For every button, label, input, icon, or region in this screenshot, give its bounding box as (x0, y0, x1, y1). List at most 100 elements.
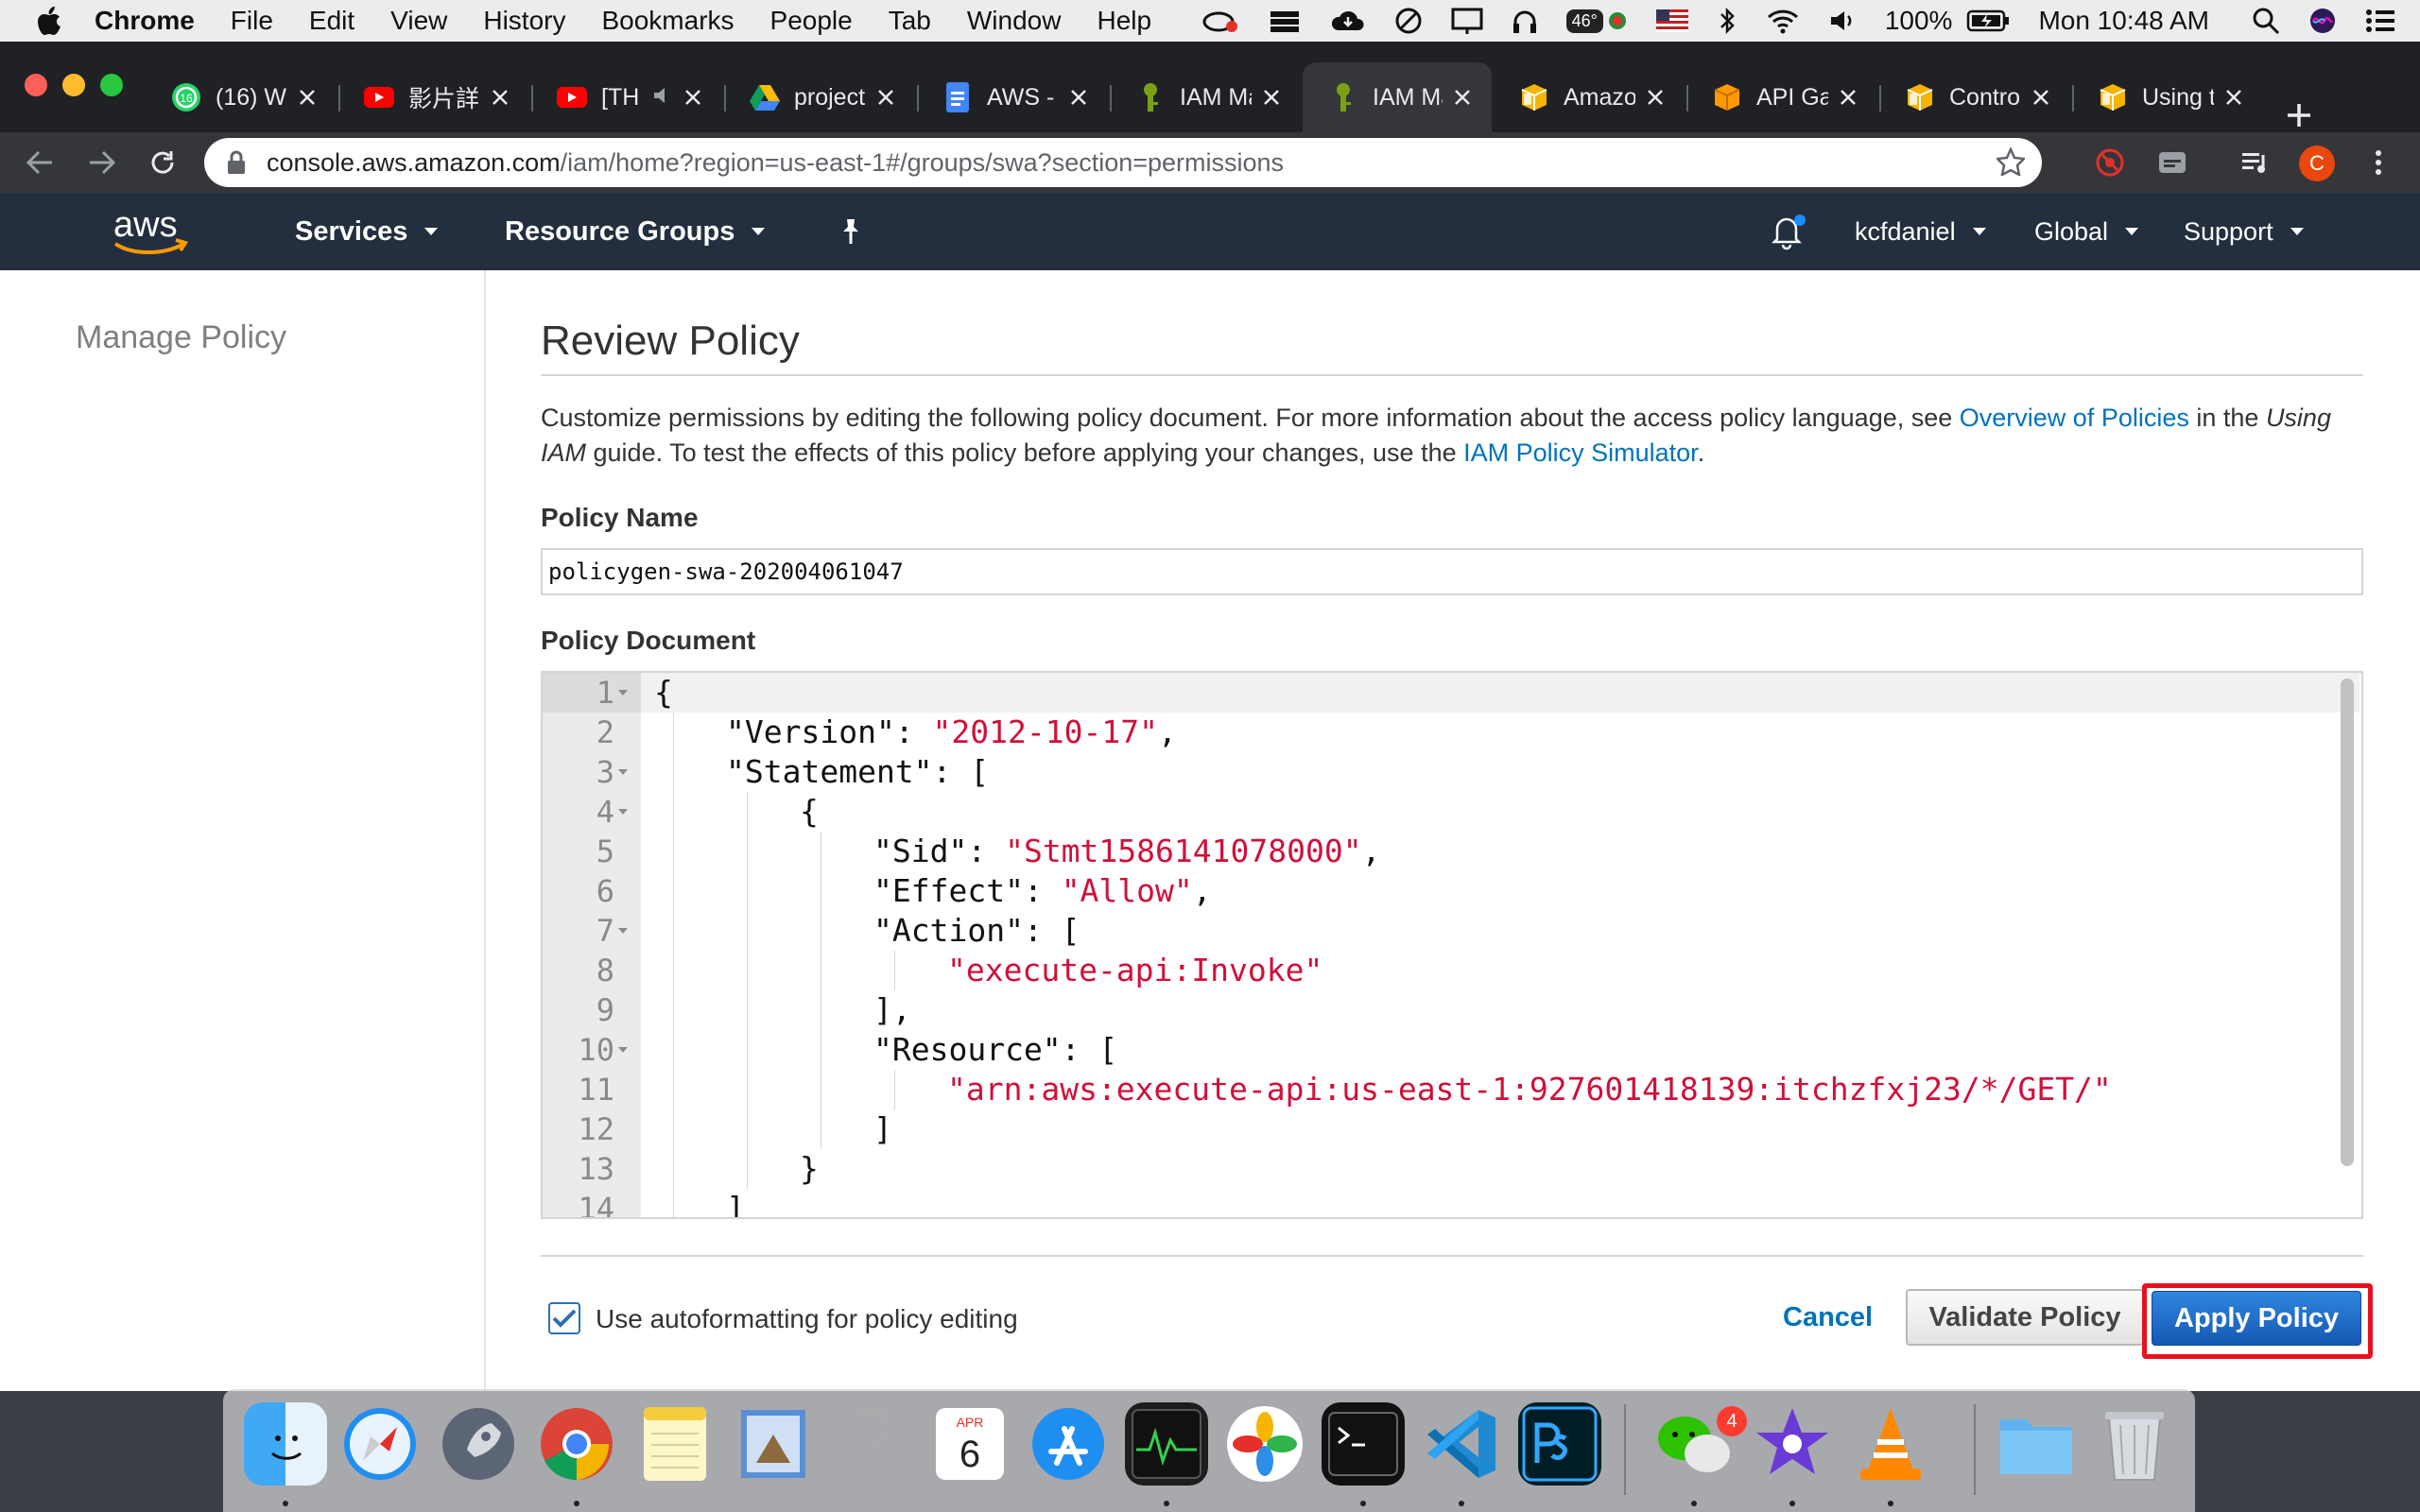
profile-avatar[interactable]: C (2299, 146, 2335, 181)
tab-using-iam[interactable]: Using t (2072, 62, 2263, 132)
applications-folder-icon[interactable] (1995, 1402, 2078, 1486)
weather-widget[interactable]: 46° (1565, 9, 1628, 33)
bookmark-star-icon[interactable] (1995, 146, 2027, 182)
notes-icon[interactable] (633, 1402, 717, 1486)
tab-amazon-docs[interactable]: Amazo (1494, 62, 1685, 132)
finder-icon[interactable] (244, 1402, 327, 1486)
calendar-icon[interactable]: APR 6 (928, 1402, 1011, 1486)
support-menu[interactable]: Support (2184, 193, 2304, 270)
notifications-bell-icon[interactable] (1770, 193, 1807, 270)
menu-edit[interactable]: Edit (309, 6, 354, 36)
speaker-icon[interactable] (652, 84, 673, 112)
creative-cloud-icon[interactable] (1201, 8, 1239, 34)
close-tab-icon[interactable] (1259, 85, 1284, 110)
apple-menu-icon[interactable] (38, 5, 66, 37)
app-store-icon[interactable] (1027, 1402, 1110, 1486)
new-tab-button[interactable] (2276, 93, 2322, 138)
menu-bookmarks[interactable]: Bookmarks (601, 6, 734, 36)
overview-of-policies-link[interactable]: Overview of Policies (1960, 404, 2189, 432)
photos-icon[interactable] (1223, 1402, 1306, 1486)
account-menu[interactable]: kcfdaniel (1855, 193, 1986, 270)
us-flag-icon[interactable] (1655, 9, 1688, 32)
zoom-window-button[interactable] (100, 74, 123, 96)
activity-monitor-icon[interactable] (1125, 1402, 1208, 1486)
extension-caption-icon[interactable] (2152, 142, 2193, 183)
policy-document-editor[interactable]: 1 2 3 4 5 6 7 8 9 10 11 12 13 14 {"Vers… (541, 671, 2363, 1219)
aws-logo[interactable]: aws (110, 204, 195, 268)
close-tab-icon[interactable] (681, 85, 705, 110)
do-not-disturb-icon[interactable] (1394, 7, 1423, 35)
vlc-icon[interactable] (1849, 1402, 1932, 1486)
chrome-icon[interactable] (535, 1402, 618, 1486)
tab-api-gateway[interactable]: API Ga (1686, 62, 1877, 132)
imovie-icon[interactable] (1751, 1402, 1834, 1486)
services-menu[interactable]: Services (295, 193, 439, 270)
close-tab-icon[interactable] (295, 85, 320, 110)
back-button[interactable] (19, 142, 60, 183)
autoformat-checkbox[interactable] (548, 1302, 580, 1334)
menu-people[interactable]: People (770, 6, 853, 36)
iam-policy-simulator-link[interactable]: IAM Policy Simulator (1463, 438, 1698, 467)
region-menu[interactable]: Global (2034, 193, 2139, 270)
menu-history[interactable]: History (483, 6, 565, 36)
photoshop-icon[interactable] (1518, 1402, 1601, 1486)
lock-icon[interactable] (227, 148, 250, 177)
menu-help[interactable]: Help (1097, 6, 1151, 36)
close-tab-icon[interactable] (488, 85, 512, 110)
tab-youtube-studio[interactable]: 影片詳 (338, 62, 529, 132)
safari-icon[interactable] (338, 1402, 422, 1486)
close-tab-icon[interactable] (2029, 85, 2053, 110)
terminal-icon[interactable] (1322, 1402, 1405, 1486)
tab-iam-management-active[interactable]: IAM Ma (1303, 62, 1492, 132)
cloud-download-icon[interactable] (1330, 8, 1366, 34)
close-tab-icon[interactable] (2221, 85, 2246, 110)
menu-window[interactable]: Window (967, 6, 1062, 36)
launchpad-icon[interactable] (437, 1402, 520, 1486)
close-tab-icon[interactable] (1836, 85, 1860, 110)
siri-icon[interactable] (2308, 7, 2337, 35)
close-tab-icon[interactable] (1450, 85, 1475, 110)
headphones-icon[interactable] (1512, 7, 1538, 35)
mail-icon[interactable] (732, 1402, 815, 1486)
media-controls-icon[interactable] (2235, 142, 2276, 183)
screen-share-icon[interactable] (1451, 7, 1483, 35)
battery-icon[interactable] (1966, 9, 2010, 33)
trash-icon[interactable] (2093, 1402, 2176, 1486)
menu-tab[interactable]: Tab (889, 6, 931, 36)
volume-icon[interactable] (1828, 8, 1857, 34)
tab-google-drive[interactable]: project (724, 62, 915, 132)
wifi-icon[interactable] (1766, 8, 1800, 34)
pin-shortcuts-icon[interactable] (838, 193, 864, 270)
forward-button[interactable] (81, 142, 123, 183)
tab-controlling-access[interactable]: Contro (1879, 62, 2070, 132)
policy-name-input[interactable]: policygen-swa-202004061047 (541, 548, 2363, 595)
cancel-button[interactable]: Cancel (1783, 1302, 1873, 1333)
stack-icon[interactable] (1268, 8, 1302, 34)
close-window-button[interactable] (25, 74, 47, 96)
help-question-icon[interactable] (830, 1402, 913, 1486)
bluetooth-icon[interactable] (1717, 7, 1737, 35)
validate-policy-button[interactable]: Validate Policy (1906, 1289, 2144, 1346)
extension-blocker-icon[interactable] (2089, 142, 2131, 183)
menu-view[interactable]: View (390, 6, 447, 36)
chrome-menu-icon[interactable] (2358, 142, 2399, 183)
editor-scrollbar[interactable] (2341, 679, 2354, 1166)
tab-iam-management[interactable]: IAM Ma (1110, 62, 1301, 132)
minimize-window-button[interactable] (62, 74, 85, 96)
tab-youtube-video[interactable]: [TH (531, 62, 722, 132)
clock[interactable]: Mon 10:48 AM (2038, 6, 2209, 36)
close-tab-icon[interactable] (873, 85, 898, 110)
address-bar[interactable]: console.aws.amazon.com/iam/home?region=u… (204, 138, 2042, 187)
reload-button[interactable] (142, 142, 183, 183)
resource-groups-menu[interactable]: Resource Groups (505, 193, 766, 270)
tab-google-docs[interactable]: AWS - (917, 62, 1108, 132)
menu-app-chrome[interactable]: Chrome (95, 6, 195, 36)
notification-center-icon[interactable] (2365, 8, 2395, 34)
apply-policy-button[interactable]: Apply Policy (2152, 1291, 2361, 1346)
tab-whatsapp[interactable]: 16 (16) Wh (146, 62, 337, 132)
close-tab-icon[interactable] (1643, 85, 1668, 110)
menu-file[interactable]: File (231, 6, 273, 36)
vscode-icon[interactable] (1420, 1402, 1503, 1486)
close-tab-icon[interactable] (1066, 85, 1091, 110)
spotlight-search-icon[interactable] (2252, 7, 2280, 35)
